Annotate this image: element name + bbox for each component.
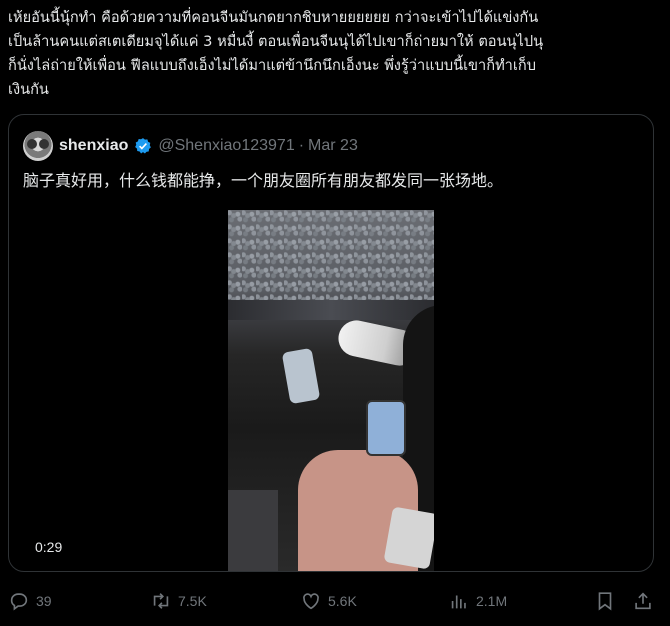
- reply-button[interactable]: 39: [8, 590, 52, 612]
- video-frame-phone: [366, 400, 406, 456]
- quoted-post-text: 脑子真好用，什么钱都能挣，一个朋友圈所有朋友都发同一张场地。: [23, 171, 504, 190]
- author-name[interactable]: shenxiao: [59, 137, 128, 155]
- video-frame-stage: [228, 300, 434, 320]
- views-button[interactable]: 2.1M: [448, 590, 507, 612]
- like-count: 5.6K: [328, 593, 357, 609]
- share-icon: [635, 592, 651, 610]
- repost-icon: [153, 593, 169, 609]
- views-count: 2.1M: [476, 593, 508, 609]
- video-frame-crowd: [228, 210, 434, 305]
- views-icon: [451, 595, 466, 609]
- quoted-post-header: shenxiao @Shenxiao123971 · Mar 23: [23, 131, 358, 161]
- share-button[interactable]: [632, 590, 654, 612]
- bookmark-button[interactable]: [594, 590, 616, 612]
- reply-count: 39: [36, 593, 52, 609]
- like-icon: [303, 593, 319, 610]
- video-frame-phone: [383, 506, 434, 570]
- like-button[interactable]: 5.6K: [300, 590, 357, 612]
- post-text: เห้ยอันนี้นุ้กทำ คือด้วยความที่คอนจีนมัน…: [8, 9, 544, 98]
- repost-count: 7.5K: [178, 593, 207, 609]
- bookmark-icon: [598, 592, 612, 611]
- avatar[interactable]: [23, 131, 53, 161]
- video-player[interactable]: [228, 210, 434, 571]
- reply-icon: [10, 593, 28, 611]
- video-frame-phone: [281, 347, 321, 405]
- author-handle[interactable]: @Shenxiao123971: [158, 137, 294, 155]
- separator-dot: ·: [298, 137, 305, 154]
- video-duration: 0:29: [35, 539, 63, 555]
- post-date[interactable]: Mar 23: [308, 137, 358, 155]
- verified-icon: [135, 138, 152, 154]
- action-bar: 39 7.5K 5.6K 2.1M: [0, 588, 670, 618]
- quoted-post[interactable]: shenxiao @Shenxiao123971 · Mar 23 脑子真好用，…: [8, 114, 654, 572]
- repost-button[interactable]: 7.5K: [150, 590, 207, 612]
- video-frame-seat: [228, 490, 278, 571]
